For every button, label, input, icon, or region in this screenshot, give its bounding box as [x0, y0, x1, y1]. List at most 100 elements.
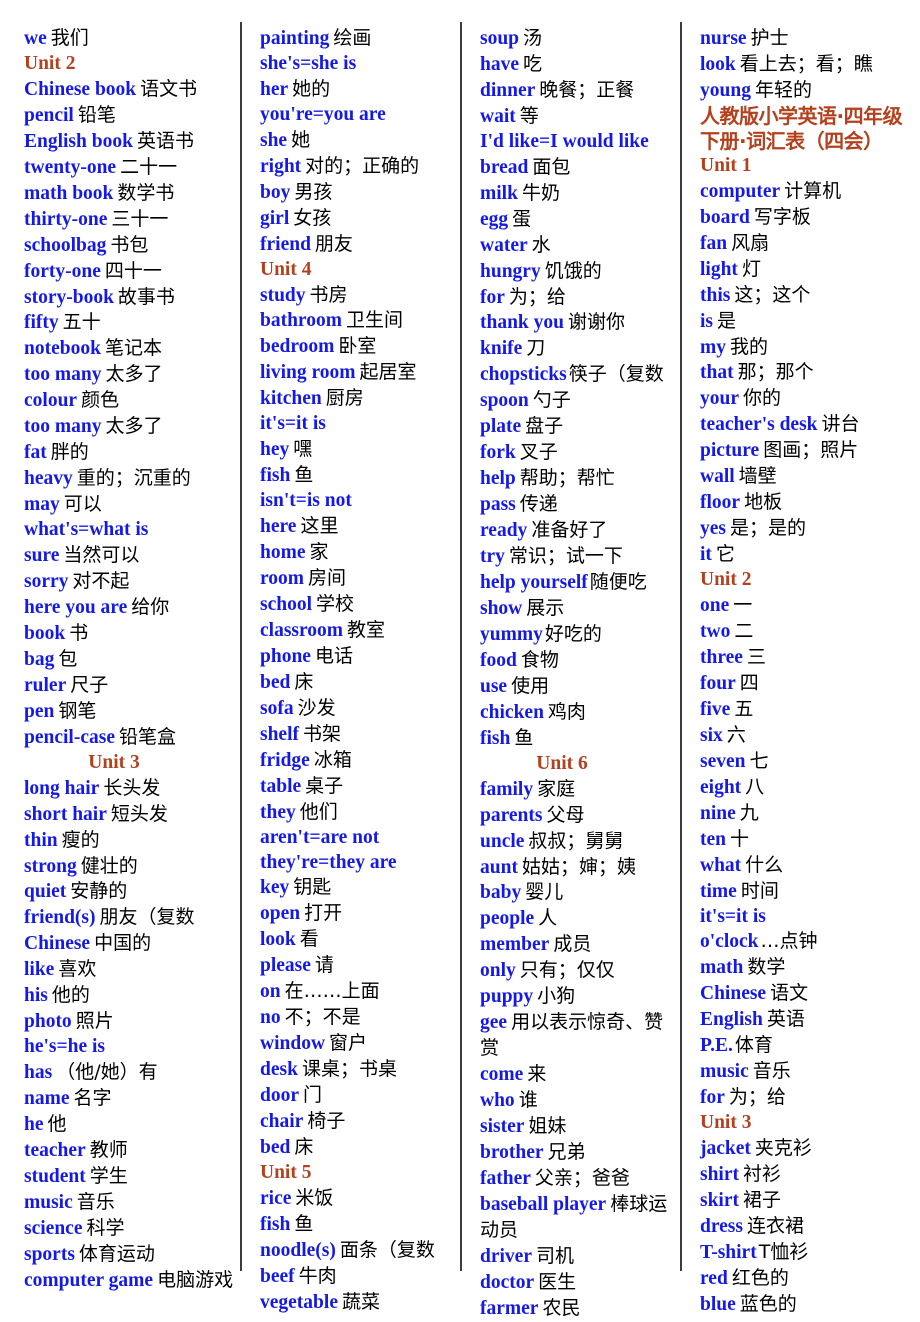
entry-chinese: 三十一	[111, 207, 169, 230]
entry-english: like	[24, 959, 55, 981]
vocabulary-entry: puppy 小狗	[480, 984, 674, 1010]
entry-chinese: 她	[291, 128, 311, 151]
entry-chinese: 胖的	[50, 441, 89, 464]
unit-heading: Unit 2	[700, 569, 752, 591]
vocabulary-entry: computer 计算机	[700, 179, 914, 205]
entry-english: Chinese	[700, 983, 767, 1005]
entry-chinese: 墙壁	[738, 465, 777, 488]
vocabulary-entry: wall 墙壁	[700, 464, 914, 490]
entry-chinese: 鱼	[514, 726, 534, 749]
vocabulary-entry: colour 颜色	[24, 388, 234, 414]
vocabulary-entry: seven 七	[700, 749, 914, 775]
vocabulary-entry: fish 鱼	[480, 726, 674, 752]
entry-english: driver	[480, 1245, 532, 1267]
vocabulary-entry: notebook 笔记本	[24, 336, 234, 362]
entry-chinese: 书	[69, 621, 89, 644]
entry-chinese: 对的；正确的	[305, 154, 420, 177]
vocabulary-entry: too many 太多了	[24, 414, 234, 440]
vocabulary-entry: sofa 沙发	[260, 696, 454, 722]
entry-chinese: 体育	[734, 1034, 773, 1057]
entry-english: it	[700, 544, 712, 566]
entry-english: she's=she is	[260, 52, 357, 74]
entry-english: shelf	[260, 723, 299, 745]
vocabulary-entry: for 为；给	[480, 285, 674, 311]
vocabulary-entry: soup 汤	[480, 26, 674, 52]
entry-english: notebook	[24, 338, 101, 360]
entry-english: chicken	[480, 701, 544, 723]
entry-chinese: 颜色	[81, 389, 120, 412]
entry-english: pass	[480, 494, 516, 516]
vocabulary-entry: open 打开	[260, 901, 454, 927]
vocabulary-entry: her 她的	[260, 77, 454, 103]
vocabulary-entry: quiet 安静的	[24, 879, 234, 905]
entry-english: nine	[700, 802, 736, 824]
entry-chinese: 姐妹	[528, 1115, 567, 1138]
vocabulary-entry: study 书房	[260, 283, 454, 309]
vocabulary-entry: light 灯	[700, 257, 914, 283]
vocabulary-entry: farmer 农民	[480, 1296, 674, 1322]
vocabulary-entry: eight 八	[700, 775, 914, 801]
entry-english: food	[480, 649, 517, 671]
vocabulary-entry: vegetable 蔬菜	[260, 1290, 454, 1316]
vocabulary-entry: aren't=are not	[260, 826, 454, 851]
entry-chinese: 三	[746, 645, 766, 668]
vocabulary-entry: he 他	[24, 1112, 234, 1138]
entry-chinese: 十	[730, 827, 750, 850]
vocabulary-entry: dress 连衣裙	[700, 1214, 914, 1240]
columns-container: we 我们 Unit 2 Chinese book 语文书 pencil 铅笔 English…	[0, 0, 920, 1319]
entry-chinese: 喜欢	[58, 958, 97, 981]
vocabulary-entry: friend 朋友	[260, 232, 454, 258]
entry-english: floor	[700, 492, 741, 514]
vocabulary-entry: egg 蛋	[480, 207, 674, 233]
entry-english: name	[24, 1088, 70, 1110]
entry-chinese: 请	[314, 954, 334, 977]
entry-chinese: 学校	[316, 592, 355, 615]
entry-english: yummy	[480, 623, 543, 645]
entry-chinese: 米饭	[295, 1186, 334, 1209]
vocabulary-entry: skirt 裙子	[700, 1188, 914, 1214]
entry-chinese: 传递	[519, 493, 558, 516]
vocabulary-entry: computer game 电脑游戏	[24, 1268, 234, 1294]
entry-english: they're=they are	[260, 851, 397, 873]
entry-chinese: 二	[734, 620, 754, 643]
entry-english: father	[480, 1167, 531, 1189]
entry-chinese: 卫生间	[345, 309, 403, 332]
vocabulary-entry: science 科学	[24, 1216, 234, 1242]
entry-chinese: 打开	[304, 902, 343, 925]
vocabulary-entry: key 钥匙	[260, 875, 454, 901]
vocabulary-entry: gee 用以表示惊奇、赞赏	[480, 1010, 674, 1062]
entry-chinese: 长头发	[103, 776, 161, 799]
entry-english: people	[480, 908, 535, 930]
vocabulary-entry: five 五	[700, 697, 914, 723]
entry-english: bed	[260, 1136, 291, 1158]
vocabulary-entry: table 桌子	[260, 774, 454, 800]
vocabulary-entry: short hair 短头发	[24, 802, 234, 828]
entry-chinese: 语文	[770, 982, 809, 1005]
unit-heading: Unit 1	[700, 154, 752, 176]
entry-english: that	[700, 362, 734, 384]
vocabulary-entry: jacket 夹克衫	[700, 1136, 914, 1162]
entry-english: kitchen	[260, 388, 322, 410]
vocabulary-entry: painting 绘画	[260, 26, 454, 52]
vocabulary-entry: no 不；不是	[260, 1005, 454, 1031]
entry-chinese: 看	[299, 928, 319, 951]
vocabulary-entry: look 看上去；看；瞧	[700, 52, 914, 78]
entry-chinese: 灯	[741, 257, 761, 280]
entry-english: math book	[24, 182, 114, 204]
vocabulary-entry: use 使用	[480, 674, 674, 700]
entry-chinese: 讲台	[821, 413, 860, 436]
entry-english: isn't=is not	[260, 490, 352, 512]
entry-english: help	[480, 468, 516, 490]
vocabulary-entry: my 我的	[700, 335, 914, 361]
entry-chinese: 短头发	[110, 802, 168, 825]
entry-english: painting	[260, 28, 330, 49]
entry-english: spoon	[480, 390, 529, 412]
vocabulary-entry: o'clock …点钟	[700, 929, 914, 955]
entry-english: noodle(s)	[260, 1239, 336, 1261]
entry-english: door	[260, 1085, 299, 1107]
entry-chinese: 来	[527, 1063, 547, 1086]
entry-chinese: 水	[531, 233, 551, 256]
vocabulary-entry: help yourself 随便吃	[480, 570, 674, 596]
vocabulary-entry: sorry 对不起	[24, 569, 234, 595]
entry-chinese: 房间	[308, 567, 347, 590]
